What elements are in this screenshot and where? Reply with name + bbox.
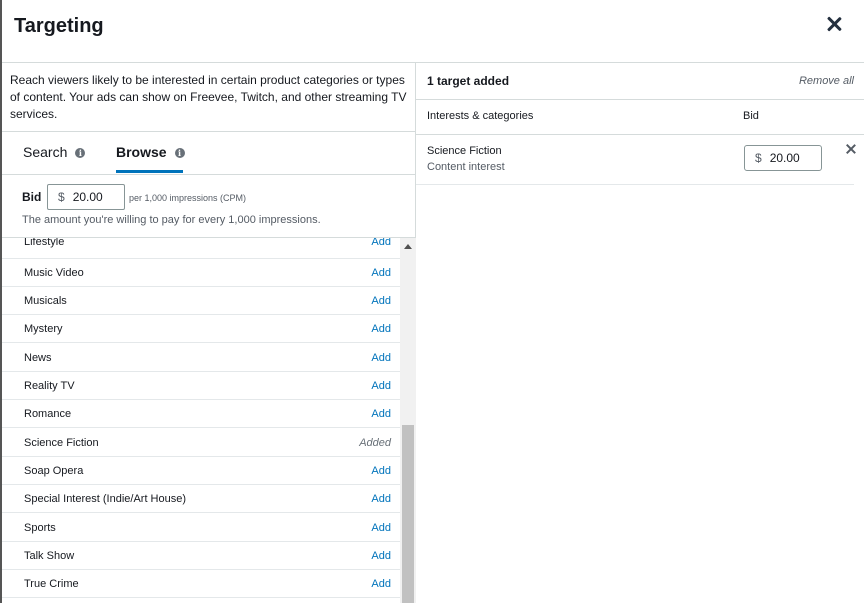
- category-name: Soap Opera: [24, 465, 84, 477]
- tab-search[interactable]: Search i: [23, 144, 86, 160]
- active-tab-indicator: [116, 170, 183, 173]
- divider: [416, 99, 864, 100]
- bid-hint: The amount you're willing to pay for eve…: [22, 214, 321, 226]
- list-item: Musicals Add: [2, 287, 400, 315]
- add-button[interactable]: Add: [371, 238, 391, 248]
- add-button[interactable]: Add: [371, 550, 391, 562]
- category-name: Music Video: [24, 267, 84, 279]
- category-list: Lifestyle Add Music Video Add Musicals Add …: [2, 238, 400, 603]
- right-panel: 1 target added Remove all Interests & ca…: [416, 63, 864, 603]
- target-type: Content interest: [427, 161, 505, 173]
- bid-input[interactable]: $20.00: [47, 184, 125, 210]
- targeting-modal: Targeting Reach viewers likely to be int…: [0, 0, 864, 603]
- list-item: Special Interest (Indie/Art House) Add: [2, 485, 400, 513]
- scrollbar-thumb[interactable]: [402, 425, 414, 603]
- info-icon[interactable]: i: [75, 148, 86, 158]
- add-button[interactable]: Add: [371, 522, 391, 534]
- close-icon[interactable]: [846, 144, 856, 154]
- list-item: Talk Show Add: [2, 542, 400, 570]
- currency-symbol: $: [58, 190, 65, 204]
- add-button[interactable]: Add: [371, 323, 391, 335]
- category-name: Lifestyle: [24, 238, 65, 248]
- category-name: Mystery: [24, 323, 63, 335]
- category-name: Romance: [24, 408, 72, 420]
- add-button[interactable]: Add: [371, 267, 391, 279]
- category-name: Sports: [24, 522, 56, 534]
- list-item: True Crime Add: [2, 570, 400, 598]
- tab-browse-label: Browse: [116, 144, 167, 160]
- tab-browse[interactable]: Browse i: [116, 144, 185, 160]
- add-button[interactable]: Add: [371, 380, 391, 392]
- category-name: True Crime: [24, 578, 79, 590]
- add-button[interactable]: Add: [371, 578, 391, 590]
- category-name: Science Fiction: [24, 437, 99, 449]
- category-name: Reality TV: [24, 380, 75, 392]
- targets-count: 1 target added: [427, 74, 510, 88]
- bid-unit: per 1,000 impressions (CPM): [129, 193, 247, 203]
- category-name: Special Interest (Indie/Art House): [24, 493, 187, 505]
- list-item: News Add: [2, 344, 400, 372]
- target-bid-input[interactable]: $20.00: [744, 145, 822, 171]
- list-item: Mystery Add: [2, 315, 400, 343]
- modal-title: Targeting: [14, 15, 104, 37]
- info-icon[interactable]: i: [174, 148, 185, 158]
- currency-symbol: $: [755, 151, 762, 165]
- divider: [416, 134, 864, 135]
- category-name: Musicals: [24, 295, 67, 307]
- remove-all-link[interactable]: Remove all: [799, 75, 854, 87]
- divider: [416, 184, 854, 185]
- list-item: Romance Add: [2, 400, 400, 428]
- add-button[interactable]: Add: [371, 352, 391, 364]
- close-icon[interactable]: [826, 16, 842, 32]
- chevron-up-icon[interactable]: [404, 244, 412, 249]
- category-name: News: [24, 352, 52, 364]
- add-button[interactable]: Add: [371, 493, 391, 505]
- list-item: Sports Add: [2, 514, 400, 542]
- target-bid-value: 20.00: [769, 151, 800, 165]
- left-panel: Reach viewers likely to be interested in…: [2, 63, 416, 603]
- scrollbar[interactable]: [400, 238, 416, 603]
- category-name: Talk Show: [24, 550, 75, 562]
- bid-label: Bid: [22, 190, 42, 204]
- divider: [2, 174, 416, 175]
- list-item: Reality TV Add: [2, 372, 400, 400]
- add-button[interactable]: Add: [371, 408, 391, 420]
- list-item: Science Fiction Added: [2, 429, 400, 457]
- column-header-interests: Interests & categories: [427, 110, 534, 122]
- modal-header: Targeting: [2, 0, 864, 63]
- list-item: Lifestyle Add: [2, 238, 400, 259]
- bid-value: 20.00: [72, 190, 103, 204]
- divider: [2, 131, 416, 132]
- add-button[interactable]: Add: [371, 465, 391, 477]
- targeting-description: Reach viewers likely to be interested in…: [10, 73, 407, 121]
- add-button[interactable]: Add: [371, 295, 391, 307]
- list-item: Music Video Add: [2, 259, 400, 287]
- column-header-bid: Bid: [743, 110, 759, 122]
- target-name: Science Fiction: [427, 145, 502, 157]
- tab-search-label: Search: [23, 144, 68, 160]
- list-item: Soap Opera Add: [2, 457, 400, 485]
- added-label: Added: [359, 437, 391, 449]
